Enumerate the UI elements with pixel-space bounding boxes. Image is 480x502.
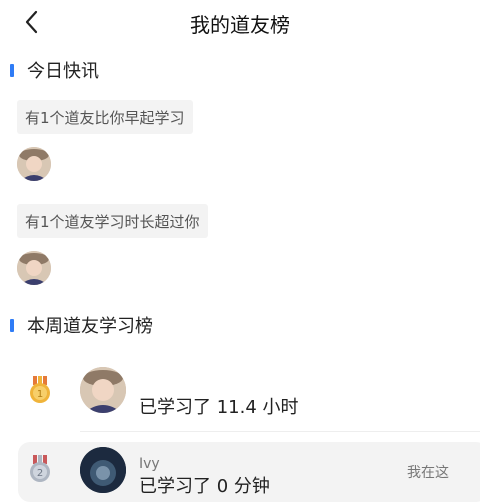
nav-header: 我的道友榜 (0, 0, 480, 44)
user-avatar-image (17, 147, 51, 181)
avatar[interactable] (80, 367, 126, 413)
study-duration: 已学习了 11.4 小时 (139, 397, 299, 418)
medal-silver-icon: 2 (30, 455, 50, 482)
rank-number: 2 (37, 468, 43, 479)
section-accent-bar (10, 318, 14, 332)
user-name: Ivy (139, 456, 160, 472)
me-tag: 我在这 (407, 465, 449, 481)
rank-number: 1 (37, 389, 43, 400)
news-item: 有1个道友学习时长超过你 (17, 204, 208, 238)
user-avatar-image (80, 367, 126, 413)
page-title: 我的道友榜 (190, 13, 290, 37)
section-accent-bar (10, 63, 14, 77)
section-header-today: 今日快讯 (10, 58, 99, 82)
row-divider (80, 431, 480, 432)
user-avatar-image (80, 447, 126, 493)
avatar[interactable] (17, 251, 51, 285)
study-duration: 已学习了 0 分钟 (139, 476, 270, 497)
avatar[interactable] (17, 147, 51, 181)
section-title-today: 今日快讯 (27, 61, 99, 82)
user-avatar-image (17, 251, 51, 285)
section-title-weekly: 本周道友学习榜 (27, 316, 153, 337)
section-header-weekly: 本周道友学习榜 (10, 313, 153, 337)
news-item: 有1个道友比你早起学习 (17, 100, 193, 134)
avatar[interactable] (80, 447, 126, 493)
medal-gold-icon: 1 (30, 376, 50, 403)
